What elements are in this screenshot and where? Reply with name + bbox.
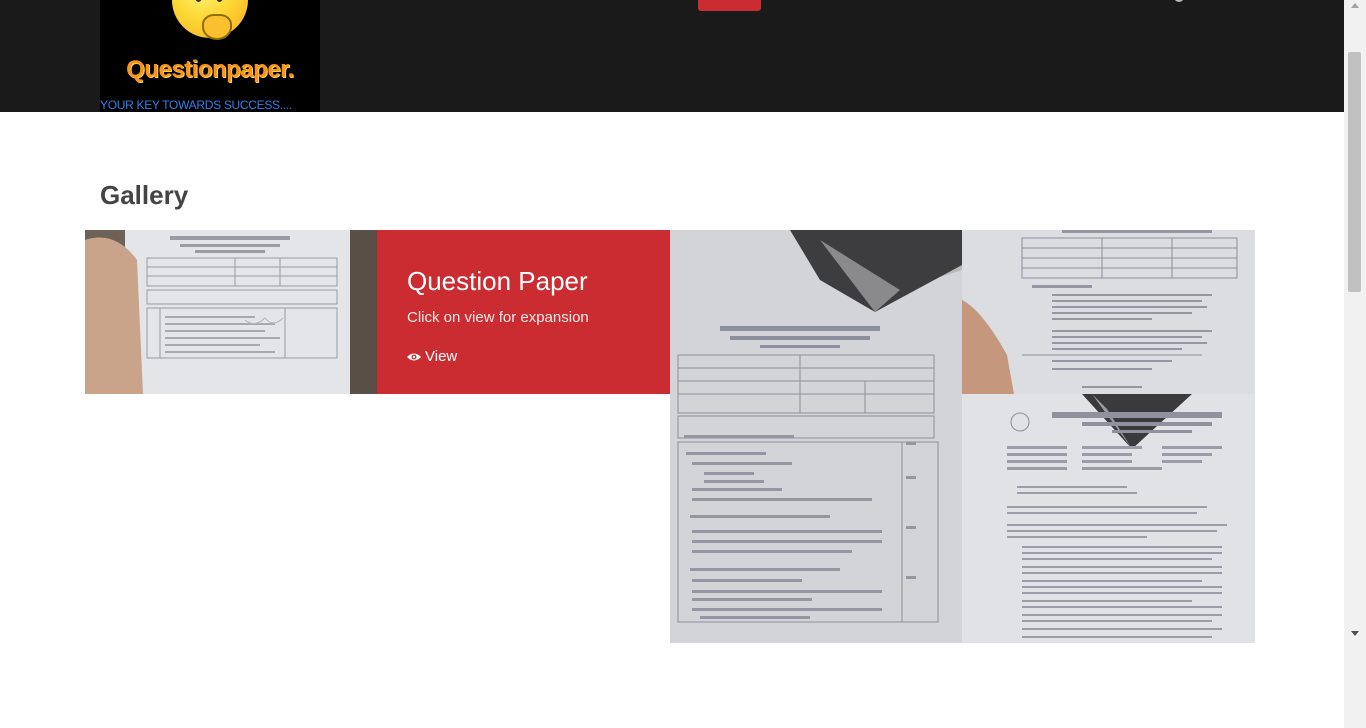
paper-photo-icon (962, 394, 1255, 643)
paper-photo-icon (962, 230, 1255, 394)
gallery-image-4[interactable] (962, 394, 1255, 643)
card-subtitle: Click on view for expansion (407, 309, 589, 326)
logo-tagline: YOUR KEY TOWARDS SUCCESS.... (100, 98, 292, 112)
scroll-up-arrow-icon[interactable] (1351, 3, 1359, 8)
view-label: View (425, 348, 458, 365)
site-logo[interactable]: Questionpaper. YOUR KEY TOWARDS SUCCESS.… (100, 0, 320, 112)
paper-photo-icon (85, 230, 377, 394)
gallery-image-3[interactable] (962, 230, 1255, 394)
logo-title: Questionpaper. (126, 56, 294, 83)
nav-item-partial[interactable] (1174, 0, 1184, 2)
site-header: Questionpaper. YOUR KEY TOWARDS SUCCESS.… (0, 0, 1344, 112)
page-scrollbar[interactable] (1344, 0, 1366, 728)
eye-icon (407, 353, 421, 360)
thinking-smiley-icon (172, 0, 248, 40)
gallery-image-1[interactable] (85, 230, 377, 394)
scroll-thumb[interactable] (1348, 52, 1361, 292)
nav-active-button[interactable] (698, 0, 761, 11)
gallery-image-2[interactable] (670, 230, 962, 643)
gallery-info-card: Question Paper Click on view for expansi… (377, 230, 670, 394)
paper-photo-icon (670, 230, 962, 643)
card-title: Question Paper (407, 266, 588, 296)
gallery-heading: Gallery (100, 180, 189, 210)
view-button[interactable]: View (407, 348, 457, 365)
scroll-down-arrow-icon[interactable] (1351, 631, 1359, 636)
